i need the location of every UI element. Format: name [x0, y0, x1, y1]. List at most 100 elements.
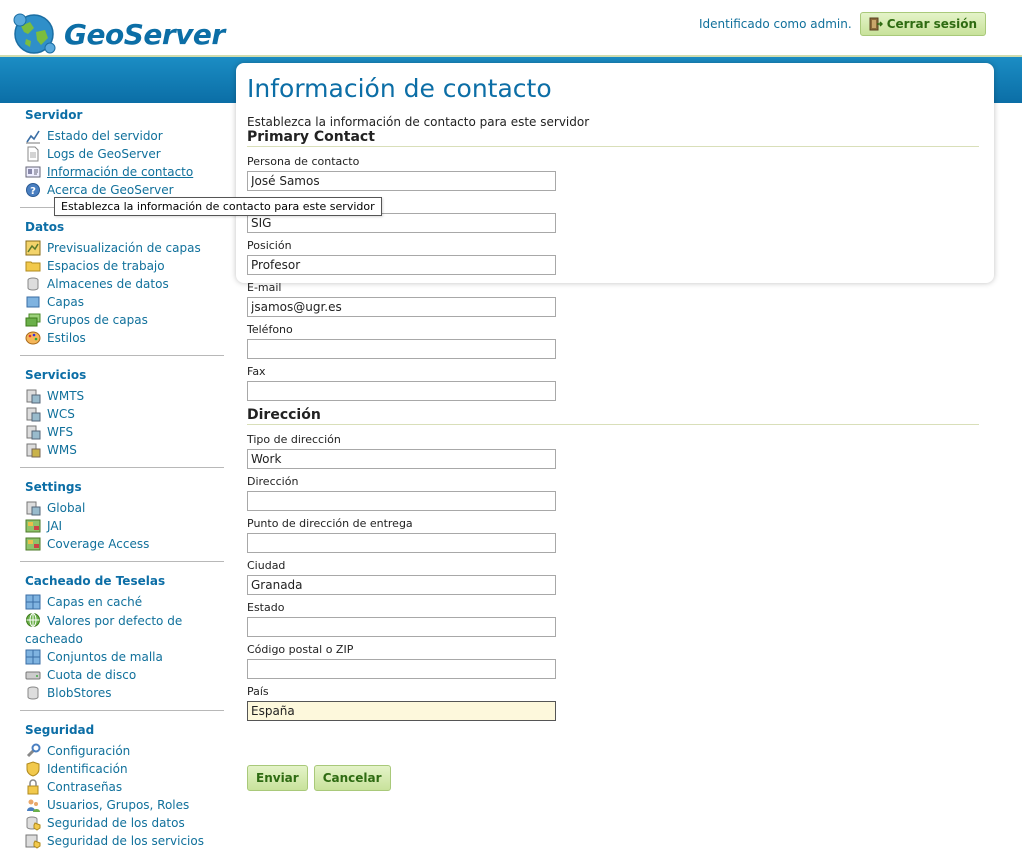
sidebar-item-label: Capas en caché: [47, 595, 143, 609]
sidebar-item-contact-info[interactable]: Información de contacto: [20, 163, 224, 181]
folder-icon: [25, 261, 41, 272]
sidebar-item-layers[interactable]: Capas: [20, 293, 224, 311]
sidebar-item-coverage-access[interactable]: Coverage Access: [20, 535, 224, 553]
contact-form: Información de contacto Establezca la in…: [247, 72, 979, 727]
sidebar-item-label: Información de contacto: [47, 165, 194, 179]
organization-input[interactable]: [247, 213, 556, 233]
fax-input[interactable]: [247, 381, 556, 401]
sidebar-item-label: JAI: [47, 519, 63, 533]
user-bar: Identificado como admin. Cerrar sesión: [699, 12, 986, 36]
sidebar-item-label: Global: [47, 501, 86, 515]
field-label: Estado: [247, 601, 285, 614]
state-input[interactable]: [247, 617, 556, 637]
sidebar-section-title: Settings: [25, 480, 82, 494]
address-type-input[interactable]: [247, 449, 556, 469]
svg-text:?: ?: [30, 186, 36, 197]
sidebar-item-label: Configuración: [47, 744, 131, 758]
sidebar-item-server-status[interactable]: Estado del servidor: [20, 127, 224, 145]
email-input[interactable]: [247, 297, 556, 317]
field-phone: Teléfono: [247, 323, 979, 359]
field-label: Código postal o ZIP: [247, 643, 354, 656]
data-security-icon: [26, 816, 41, 831]
geoserver-logo[interactable]: GeoServer: [12, 12, 225, 56]
server-status-icon: [26, 130, 40, 144]
field-address-type: Tipo de dirección: [247, 433, 979, 469]
image-icon: [25, 519, 41, 533]
header: GeoServer Identificado como admin. Cerra…: [0, 0, 1022, 56]
page-title: Información de contacto: [247, 74, 552, 103]
sidebar-item-cached-layers[interactable]: Capas en caché: [20, 593, 224, 611]
sidebar-item-layer-groups[interactable]: Grupos de capas: [20, 311, 224, 329]
sidebar-item-blobstores[interactable]: BlobStores: [20, 684, 224, 702]
sidebar-item-wcs[interactable]: WCS: [20, 405, 224, 423]
sidebar-item-label: Seguridad de los datos: [47, 816, 185, 830]
sidebar-item-label: Cuota de disco: [47, 668, 137, 682]
layer-group-icon: [25, 313, 41, 327]
users-icon: [27, 799, 40, 812]
phone-input[interactable]: [247, 339, 556, 359]
sidebar-item-layer-preview[interactable]: Previsualización de capas: [20, 239, 224, 257]
sidebar-item-gridsets[interactable]: Conjuntos de malla: [20, 648, 224, 666]
position-input[interactable]: [247, 255, 556, 275]
sidebar-item-logs[interactable]: Logs de GeoServer: [20, 145, 224, 163]
field-address: Dirección: [247, 475, 979, 511]
sidebar-item-authentication[interactable]: Identificación: [20, 760, 224, 778]
layer-icon: [26, 296, 40, 308]
sidebar-item-security-settings[interactable]: Configuración: [20, 742, 224, 760]
country-input[interactable]: [247, 701, 556, 721]
sidebar-item-label: Contraseñas: [47, 780, 123, 794]
sidebar-item-stores[interactable]: Almacenes de datos: [20, 275, 224, 293]
field-email: E-mail: [247, 281, 979, 317]
form-buttons: Enviar Cancelar: [247, 765, 391, 791]
sidebar-section-title: Servidor: [25, 108, 83, 122]
sidebar-item-caching-defaults[interactable]: Valores por defecto de cacheado: [20, 611, 224, 648]
service-icon: [26, 443, 41, 458]
drive-icon: [25, 671, 41, 680]
contact-person-input[interactable]: [247, 171, 556, 191]
field-postal-code: Código postal o ZIP: [247, 643, 979, 679]
sidebar-section-cacheado: Cacheado de Teselas Capas en caché Valor…: [20, 570, 224, 711]
grid-icon: [25, 649, 41, 665]
sidebar-item-wmts[interactable]: WMTS: [20, 387, 224, 405]
sidebar-item-wfs[interactable]: WFS: [20, 423, 224, 441]
sidebar-item-global[interactable]: Global: [20, 499, 224, 517]
submit-button[interactable]: Enviar: [247, 765, 308, 791]
sidebar-item-disk-quota[interactable]: Cuota de disco: [20, 666, 224, 684]
sidebar-section-title: Cacheado de Teselas: [25, 574, 166, 588]
service-icon: [26, 425, 41, 440]
field-country: País: [247, 685, 979, 721]
field-label: Teléfono: [247, 323, 293, 336]
postal-code-input[interactable]: [247, 659, 556, 679]
sidebar-item-jai[interactable]: JAI: [20, 517, 224, 535]
wrench-icon: [26, 743, 41, 758]
sidebar: Servidor Estado del servidor Logs de Geo…: [20, 104, 224, 866]
sidebar-section-title: Datos: [25, 220, 65, 234]
tooltip: Establezca la información de contacto pa…: [54, 197, 382, 216]
logout-button[interactable]: Cerrar sesión: [859, 12, 986, 36]
sidebar-item-label: Seguridad de los servicios: [47, 834, 204, 848]
city-input[interactable]: [247, 575, 556, 595]
address-input[interactable]: [247, 491, 556, 511]
field-label: E-mail: [247, 281, 282, 294]
coverage-icon: [25, 537, 41, 551]
sidebar-item-service-security[interactable]: Seguridad de los servicios: [20, 832, 224, 850]
sidebar-item-label: Coverage Access: [47, 537, 150, 551]
sidebar-item-label: Estilos: [47, 331, 86, 345]
delivery-point-input[interactable]: [247, 533, 556, 553]
sidebar-item-wms[interactable]: WMS: [20, 441, 224, 459]
field-position: Posición: [247, 239, 979, 275]
sidebar-item-styles[interactable]: Estilos: [20, 329, 224, 347]
settings-icon: [26, 501, 41, 516]
sidebar-item-label: WMTS: [47, 389, 85, 403]
field-label: Tipo de dirección: [247, 433, 341, 446]
sidebar-item-workspaces[interactable]: Espacios de trabajo: [20, 257, 224, 275]
lock-icon: [27, 779, 39, 795]
palette-icon: [25, 331, 41, 345]
sidebar-item-data-security[interactable]: Seguridad de los datos: [20, 814, 224, 832]
sidebar-item-label: Estado del servidor: [47, 129, 163, 143]
sidebar-section-title: Seguridad: [25, 723, 95, 737]
shield-icon: [26, 761, 40, 777]
cancel-button[interactable]: Cancelar: [313, 765, 391, 791]
sidebar-item-passwords[interactable]: Contraseñas: [20, 778, 224, 796]
sidebar-item-users-groups-roles[interactable]: Usuarios, Grupos, Roles: [20, 796, 224, 814]
